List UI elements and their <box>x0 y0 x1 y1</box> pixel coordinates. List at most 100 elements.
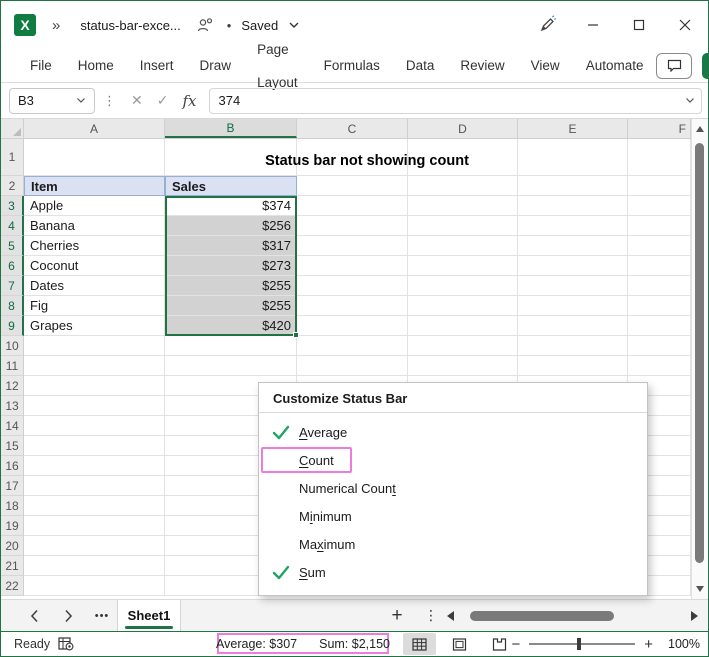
row-header-12[interactable]: 12 <box>1 376 24 396</box>
sheet-tab-sheet1[interactable]: Sheet1 <box>117 600 181 631</box>
row-header-19[interactable]: 19 <box>1 516 24 536</box>
status-bar[interactable]: Ready Average: $307 Sum: $2,150 − + 100% <box>1 631 708 656</box>
cell-F4[interactable] <box>628 216 691 236</box>
cell-A13[interactable] <box>24 396 165 416</box>
column-header-e[interactable]: E <box>518 119 628 138</box>
next-sheet-icon[interactable] <box>55 600 81 631</box>
sheet-options-kebab-icon[interactable]: ⋮ <box>419 600 443 631</box>
cell-A19[interactable] <box>24 516 165 536</box>
cell-A1[interactable] <box>24 139 165 176</box>
cell-F7[interactable] <box>628 276 691 296</box>
cell-F10[interactable] <box>628 336 691 356</box>
cell-D3[interactable] <box>408 196 518 216</box>
cell-A15[interactable] <box>24 436 165 456</box>
cell-D9[interactable] <box>408 316 518 336</box>
cell-C9[interactable] <box>297 316 408 336</box>
cell-D2[interactable] <box>408 176 518 196</box>
row-header-17[interactable]: 17 <box>1 476 24 496</box>
cell-A11[interactable] <box>24 356 165 376</box>
row-header-18[interactable]: 18 <box>1 496 24 516</box>
cell-C3[interactable] <box>297 196 408 216</box>
cell-E11[interactable] <box>518 356 628 376</box>
scroll-right-icon[interactable] <box>691 610 698 621</box>
previous-sheet-icon[interactable] <box>21 600 47 631</box>
row-header-10[interactable]: 10 <box>1 336 24 356</box>
cell-D4[interactable] <box>408 216 518 236</box>
horizontal-scrollbar[interactable] <box>447 600 698 631</box>
enter-icon[interactable]: ✓ <box>150 92 176 109</box>
vertical-scroll-thumb[interactable] <box>695 143 704 563</box>
row-header-14[interactable]: 14 <box>1 416 24 436</box>
select-all-corner[interactable] <box>1 119 24 138</box>
cell-A22[interactable] <box>24 576 165 596</box>
column-header-b[interactable]: B <box>165 119 297 138</box>
row-header-1[interactable]: 1 <box>1 139 24 176</box>
cell-E1[interactable] <box>518 139 628 176</box>
menu-item-average[interactable]: Average <box>259 418 647 446</box>
menu-item-sum[interactable]: Sum <box>259 558 647 586</box>
cell-B9[interactable]: $420 <box>165 316 297 336</box>
cell-B1[interactable] <box>165 139 297 176</box>
cell-C5[interactable] <box>297 236 408 256</box>
cell-A6[interactable]: Coconut <box>24 256 165 276</box>
cell-A9[interactable]: Grapes <box>24 316 165 336</box>
cell-F1[interactable] <box>628 139 691 176</box>
column-header-f[interactable]: F <box>628 119 691 138</box>
scroll-down-icon[interactable] <box>692 581 708 597</box>
cell-E9[interactable] <box>518 316 628 336</box>
cell-C7[interactable] <box>297 276 408 296</box>
cell-C6[interactable] <box>297 256 408 276</box>
cell-C1[interactable] <box>297 139 408 176</box>
cell-A5[interactable]: Cherries <box>24 236 165 256</box>
menu-item-minimum[interactable]: Minimum <box>259 502 647 530</box>
quick-access-overflow-icon[interactable]: » <box>52 17 60 34</box>
scroll-up-icon[interactable] <box>692 121 708 137</box>
cell-D11[interactable] <box>408 356 518 376</box>
cell-F3[interactable] <box>628 196 691 216</box>
cell-E7[interactable] <box>518 276 628 296</box>
tab-formulas[interactable]: Formulas <box>311 49 393 82</box>
column-header-c[interactable]: C <box>297 119 408 138</box>
row-header-6[interactable]: 6 <box>1 256 24 276</box>
zoom-slider-thumb[interactable] <box>576 638 581 650</box>
cell-B6[interactable]: $273 <box>165 256 297 276</box>
formula-input[interactable] <box>210 93 679 108</box>
cell-A18[interactable] <box>24 496 165 516</box>
row-header-16[interactable]: 16 <box>1 456 24 476</box>
tab-data[interactable]: Data <box>393 49 448 82</box>
row-header-15[interactable]: 15 <box>1 436 24 456</box>
cell-A20[interactable] <box>24 536 165 556</box>
cell-F8[interactable] <box>628 296 691 316</box>
zoom-slider-track[interactable] <box>529 638 636 650</box>
cell-E8[interactable] <box>518 296 628 316</box>
cell-C11[interactable] <box>297 356 408 376</box>
cell-E6[interactable] <box>518 256 628 276</box>
scroll-left-icon[interactable] <box>447 610 454 621</box>
cell-A7[interactable]: Dates <box>24 276 165 296</box>
row-header-9[interactable]: 9 <box>1 316 24 336</box>
name-box[interactable]: B3 <box>9 87 95 114</box>
row-header-8[interactable]: 8 <box>1 296 24 316</box>
cell-A3[interactable]: Apple <box>24 196 165 216</box>
save-status[interactable]: Saved <box>241 18 278 33</box>
cell-B8[interactable]: $255 <box>165 296 297 316</box>
new-sheet-button[interactable]: + <box>383 600 411 631</box>
tab-automate[interactable]: Automate <box>573 49 657 82</box>
macro-record-icon[interactable] <box>58 632 74 656</box>
insert-function-icon[interactable]: fx <box>175 92 203 110</box>
cell-A14[interactable] <box>24 416 165 436</box>
normal-view-button[interactable] <box>403 633 436 655</box>
tab-file[interactable]: File <box>17 49 65 82</box>
tab-view[interactable]: View <box>518 49 573 82</box>
cell-A4[interactable]: Banana <box>24 216 165 236</box>
cell-E3[interactable] <box>518 196 628 216</box>
row-header-22[interactable]: 22 <box>1 576 24 596</box>
cell-A17[interactable] <box>24 476 165 496</box>
row-header-2[interactable]: 2 <box>1 176 24 196</box>
cell-A10[interactable] <box>24 336 165 356</box>
menu-item-maximum[interactable]: Maximum <box>259 530 647 558</box>
cell-B11[interactable] <box>165 356 297 376</box>
horizontal-scroll-track[interactable] <box>460 600 685 631</box>
cell-D7[interactable] <box>408 276 518 296</box>
menu-item-numerical-count[interactable]: Numerical Count <box>259 474 647 502</box>
